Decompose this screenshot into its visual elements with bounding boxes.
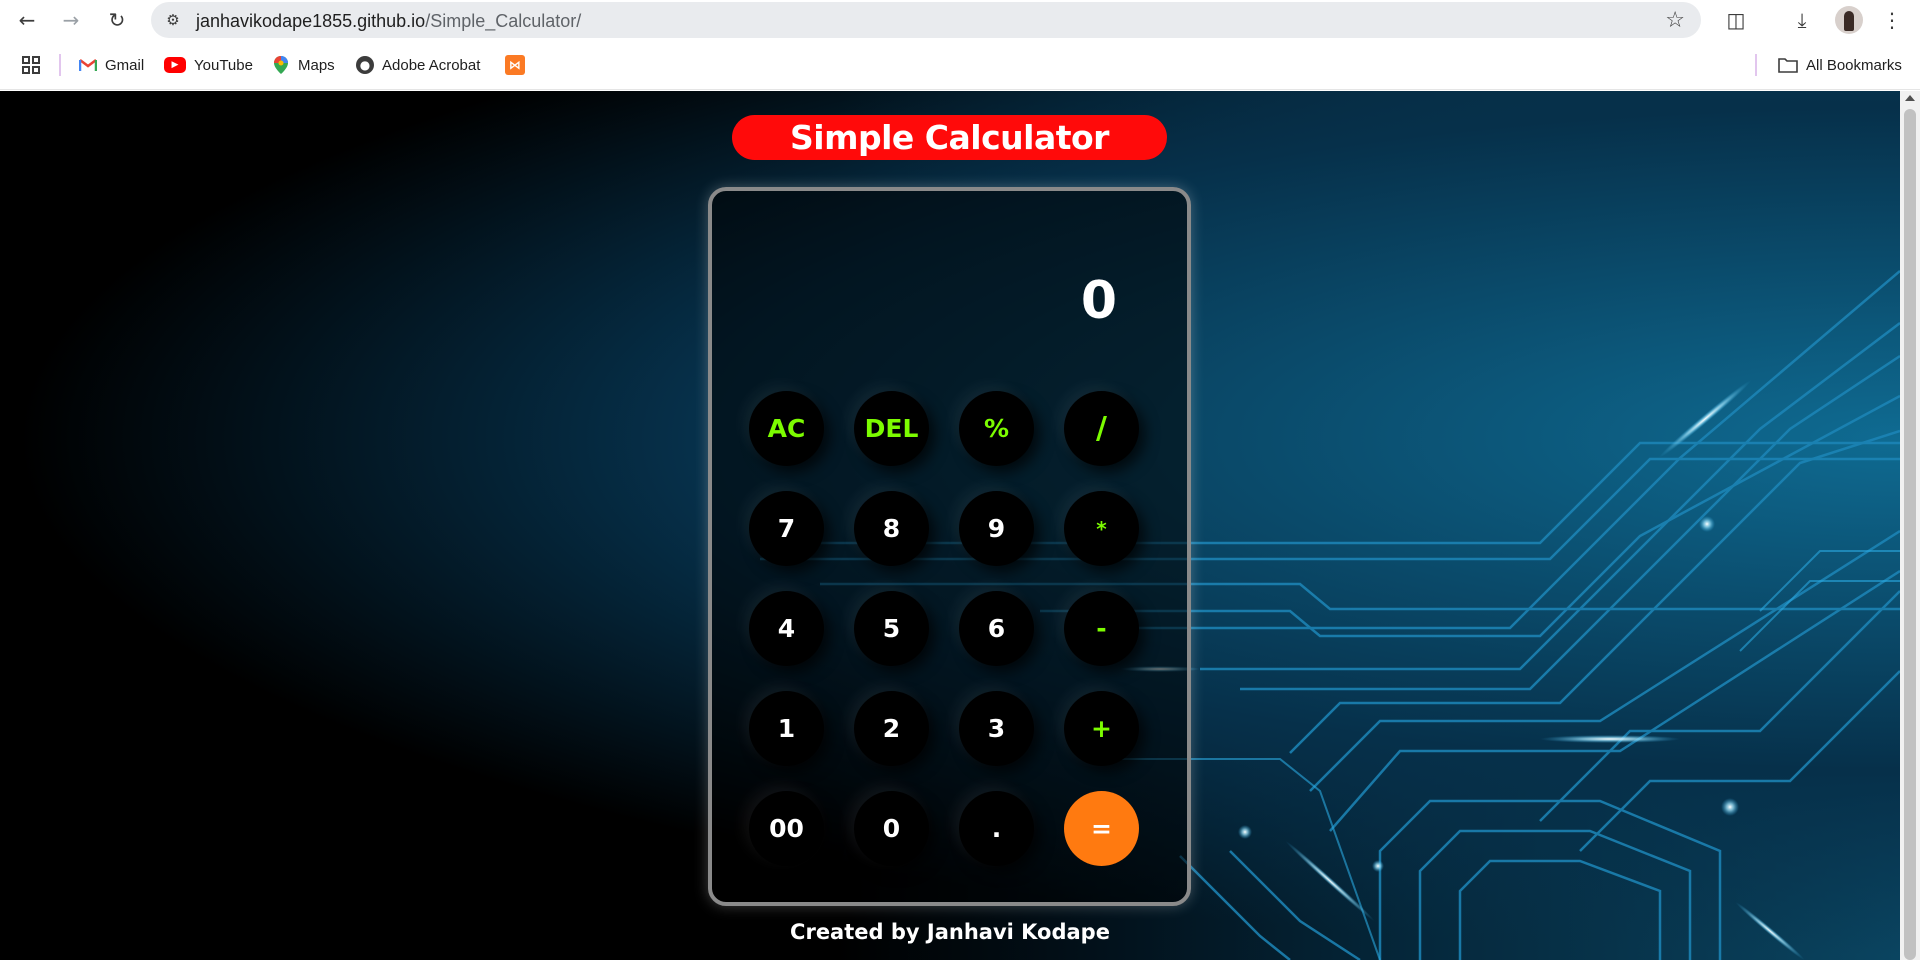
footer-credit: Created by Janhavi Kodape [790,920,1110,944]
all-bookmarks[interactable]: All Bookmarks [1778,54,1902,76]
key-decimal[interactable]: . [959,791,1034,866]
key-equals[interactable]: = [1064,791,1139,866]
key-all-clear[interactable]: AC [749,391,824,466]
scroll-up-arrow-icon[interactable] [1905,95,1915,101]
all-bookmarks-label: All Bookmarks [1806,56,1902,74]
site-info-icon[interactable]: ⚙ [163,10,183,30]
key-9[interactable]: 9 [959,491,1034,566]
bookmark-label: Adobe Acrobat [382,56,481,74]
key-4[interactable]: 4 [749,591,824,666]
key-plus[interactable]: + [1064,691,1139,766]
bookmark-maps[interactable]: Maps [272,54,335,76]
key-1[interactable]: 1 [749,691,824,766]
key-2[interactable]: 2 [854,691,929,766]
folder-icon [1778,58,1798,73]
globe-icon: ● [356,56,374,74]
key-double-zero[interactable]: 00 [749,791,824,866]
bookmark-youtube[interactable]: ▶ YouTube [164,54,253,76]
bookmark-gmail[interactable]: Gmail [79,54,144,76]
calculator-panel: 0 AC DEL % / 7 8 9 * 4 5 6 - 1 2 3 + 00 … [708,187,1191,906]
key-divide[interactable]: / [1064,391,1139,466]
reload-icon[interactable]: ↻ [103,6,131,34]
key-5[interactable]: 5 [854,591,929,666]
key-multiply[interactable]: * [1064,491,1139,566]
bookmarks-bar: Gmail ▶ YouTube Maps ● Adobe Acrobat ⋈ A… [0,40,1920,90]
download-icon[interactable]: ⤓ [1788,6,1816,34]
calculator-display: 0 [1080,271,1117,331]
address-bar[interactable]: ⚙ janhavikodape1855.github.io/Simple_Cal… [151,2,1701,38]
bookmark-star-icon[interactable]: ☆ [1665,8,1685,33]
key-minus[interactable]: - [1064,591,1139,666]
key-6[interactable]: 6 [959,591,1034,666]
apps-grid-icon[interactable] [22,54,40,76]
maps-icon [272,56,290,74]
bookmark-adobe-acrobat[interactable]: ● Adobe Acrobat [356,54,480,76]
profile-avatar[interactable] [1835,6,1863,34]
scroll-thumb[interactable] [1904,109,1916,960]
key-delete[interactable]: DEL [854,391,929,466]
page-scrollbar[interactable] [1900,91,1920,960]
bookmark-separator [59,54,61,76]
bookmark-label: Maps [298,56,335,74]
browser-toolbar: ← → ↻ ⚙ janhavikodape1855.github.io/Simp… [0,0,1920,40]
menu-kebab-icon[interactable]: ⋮ [1878,6,1906,34]
bookmark-label: Gmail [105,56,145,74]
youtube-icon: ▶ [164,57,186,73]
page-title: Simple Calculator [732,115,1167,160]
bookmark-xampp[interactable]: ⋈ [505,54,525,76]
bookmark-label: YouTube [194,56,253,74]
key-percent[interactable]: % [959,391,1034,466]
xampp-icon: ⋈ [505,55,525,75]
key-8[interactable]: 8 [854,491,929,566]
gmail-icon [79,56,97,74]
url-text[interactable]: janhavikodape1855.github.io/Simple_Calcu… [196,11,581,32]
back-arrow-icon[interactable]: ← [13,6,41,34]
key-3[interactable]: 3 [959,691,1034,766]
key-0[interactable]: 0 [854,791,929,866]
extensions-icon[interactable]: ◫ [1722,6,1750,34]
bookmark-separator [1755,54,1757,76]
url-host: janhavikodape1855.github.io [196,11,426,31]
key-7[interactable]: 7 [749,491,824,566]
url-path: /Simple_Calculator/ [425,11,582,31]
forward-arrow-icon[interactable]: → [57,6,85,34]
